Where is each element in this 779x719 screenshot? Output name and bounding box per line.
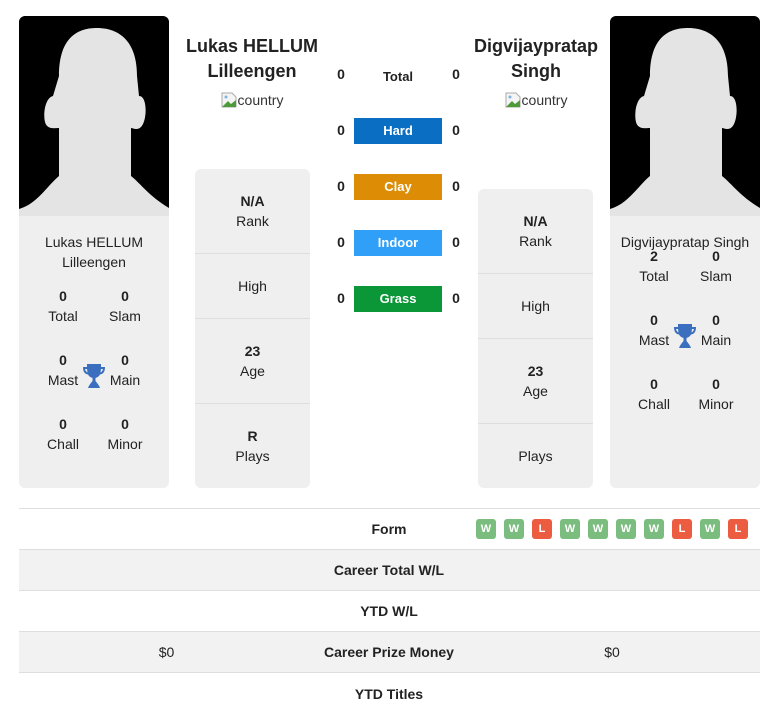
form-badge-loss: L (532, 519, 552, 539)
surface-badge-clay: Clay (354, 174, 442, 200)
broken-image-icon (221, 92, 237, 108)
player1-country-flag: country (221, 92, 283, 108)
form-badge-win: W (476, 519, 496, 539)
titles-chall: 0 Chall (638, 376, 670, 412)
player1-titles: 0 Total 0 Slam 0 Mast 0 Main 0 Chall 0 Minor (19, 286, 169, 478)
broken-image-icon (505, 92, 521, 108)
rank-row: N/A Rank (195, 169, 310, 254)
rank-row: N/A Rank (478, 189, 593, 274)
player1-card: Lukas HELLUM Lilleengen 0 Total 0 Slam 0 Ma… (19, 16, 169, 488)
surface-row-indoor: 0 Indoor 0 (330, 230, 466, 286)
player-silhouette-icon (610, 16, 760, 216)
surface-row-grass: 0 Grass 0 (330, 286, 466, 342)
surface-h2h: 0 Total 0 0 Hard 0 0 Clay 0 0 Indoor 0 0… (330, 62, 466, 342)
form-badge-win: W (700, 519, 720, 539)
form-badge-loss: L (672, 519, 692, 539)
surface-label-total: Total (382, 69, 414, 84)
plays-row: Plays (518, 448, 553, 464)
form-badges: WWLWWWWLWL (464, 519, 760, 539)
player2-titles: 2 Total 0 Slam 0 Mast 0 Main 0 Chall 0 Minor (610, 246, 760, 438)
player2-photo (610, 16, 760, 216)
player1-card-name: Lukas HELLUM Lilleengen (44, 234, 144, 270)
trophy-icon (83, 364, 105, 388)
comparison-table: Form WWLWWWWLWL Career Total W/L YTD W/L… (19, 508, 760, 714)
surface-row-hard: 0 Hard 0 (330, 118, 466, 174)
form-badge-win: W (560, 519, 580, 539)
form-badge-loss: L (728, 519, 748, 539)
titles-minor: 0 Minor (698, 376, 734, 412)
titles-slam: 0 Slam (700, 248, 732, 284)
titles-total: 0 Total (48, 288, 78, 324)
high-row: High (195, 254, 310, 319)
form-badge-win: W (644, 519, 664, 539)
plays-row: R Plays (235, 428, 270, 464)
player1-name[interactable]: Lukas HELLUM Lilleengen (182, 34, 322, 84)
table-row: YTD Titles (354, 685, 424, 702)
surface-row-clay: 0 Clay 0 (330, 174, 466, 230)
player1-photo (19, 16, 169, 216)
titles-chall: 0 Chall (47, 416, 79, 452)
titles-slam: 0 Slam (109, 288, 141, 324)
player2-name[interactable]: Digvijaypratap Singh (466, 34, 606, 84)
player1-header: Lukas HELLUM Lilleengen country (182, 34, 322, 113)
player2-card: Digvijaypratap Singh 2 Total 0 Slam 0 Mast … (610, 16, 760, 488)
player2-country-flag: country (505, 92, 567, 108)
table-row: Career Total W/L (19, 550, 760, 591)
titles-minor: 0 Minor (107, 416, 143, 452)
player-silhouette-icon (19, 16, 169, 216)
form-badge-win: W (588, 519, 608, 539)
form-badge-win: W (504, 519, 524, 539)
surface-badge-indoor: Indoor (354, 230, 442, 256)
surface-row-total: 0 Total 0 (330, 62, 466, 118)
form-row: Form WWLWWWWLWL (19, 509, 760, 550)
age-row: 23 Age (478, 339, 593, 424)
form-badge-win: W (616, 519, 636, 539)
trophy-icon (674, 324, 696, 348)
player2-header: Digvijaypratap Singh country (466, 34, 606, 113)
surface-badge-hard: Hard (354, 118, 442, 144)
age-row: 23 Age (195, 319, 310, 404)
titles-total: 2 Total (639, 248, 669, 284)
surface-badge-grass: Grass (354, 286, 442, 312)
player1-info-card: N/A Rank High 23 Age R Plays (195, 169, 310, 488)
table-row: $0 Career Prize Money $0 (19, 632, 760, 673)
player2-info-card: N/A Rank High 23 Age Plays (478, 189, 593, 488)
high-row: High (478, 274, 593, 339)
table-row: YTD W/L (19, 591, 760, 632)
